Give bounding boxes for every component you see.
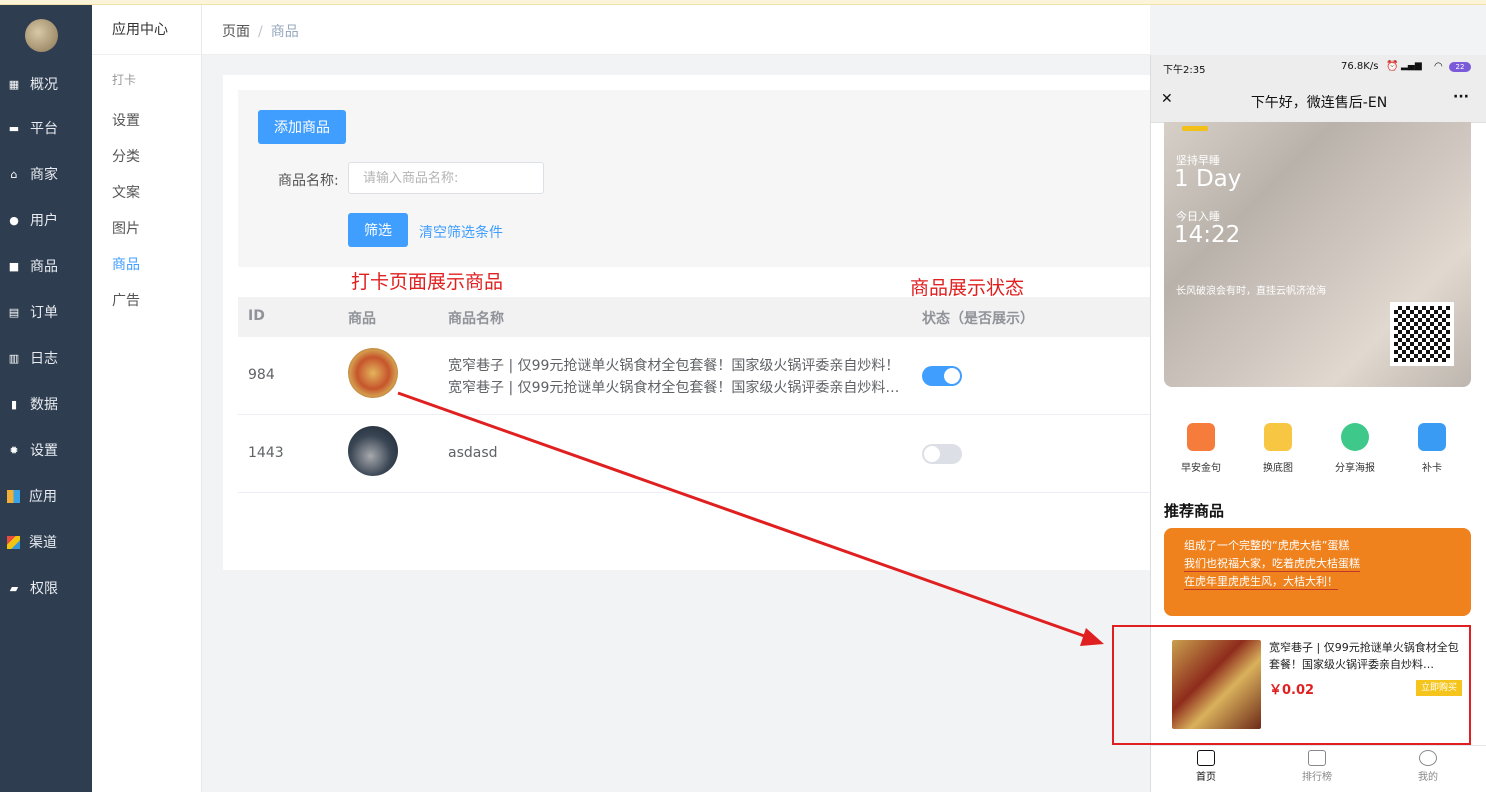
checkin-poster: 坚持早睡 1 Day 今日入睡 14:22 长风破浪会有时，直挂云帆济沧海 xyxy=(1164,122,1471,387)
status-time: 下午2:35 xyxy=(1163,65,1206,76)
image-icon xyxy=(1264,423,1292,451)
status-speed: 76.8K/s xyxy=(1341,61,1379,72)
phone-tabbar: 首页 排行榜 我的 xyxy=(1151,745,1486,792)
tool-change-background[interactable]: 换底图 xyxy=(1243,423,1313,474)
banner-line: 组成了一个完整的“虎虎大桔”蛋糕 xyxy=(1184,539,1350,552)
banner-line: 我们也祝福大家，吃着虎虎大桔蛋糕 xyxy=(1184,557,1360,572)
tool-share-poster[interactable]: 分享海报 xyxy=(1320,423,1390,474)
highlight-box xyxy=(1112,625,1471,745)
tool-makeup-checkin[interactable]: 补卡 xyxy=(1397,423,1467,474)
more-icon[interactable]: ··· xyxy=(1453,89,1469,105)
poster-badge xyxy=(1182,126,1208,131)
quote-icon xyxy=(1187,423,1215,451)
battery-icon: 22 xyxy=(1449,62,1471,72)
mini-program-title: 下午好，微连售后-EN xyxy=(1250,95,1388,111)
home-icon xyxy=(1197,750,1215,766)
tab-ranking[interactable]: 排行榜 xyxy=(1287,750,1347,783)
tab-mine[interactable]: 我的 xyxy=(1398,750,1458,783)
tool-morning-quote[interactable]: 早安金句 xyxy=(1166,423,1236,474)
recommend-title: 推荐商品 xyxy=(1164,502,1225,520)
mini-program-titlebar: ✕ 下午好，微连售后-EN ··· xyxy=(1151,79,1486,123)
poster-days: 1 Day xyxy=(1174,166,1242,192)
banner-line: 在虎年里虎虎生风，大桔大利！ xyxy=(1184,575,1338,590)
ranking-icon xyxy=(1308,750,1326,766)
share-icon xyxy=(1341,423,1369,451)
profile-icon xyxy=(1419,750,1437,766)
alarm-icon: ⏰ xyxy=(1386,61,1399,72)
signal-icon: ▂▄▆ xyxy=(1401,61,1422,71)
phone-status-bar: 下午2:35 76.8K/s ⏰ ▂▄▆ ◠ 22 xyxy=(1151,55,1486,79)
poster-quote: 长风破浪会有时，直挂云帆济沧海 xyxy=(1176,286,1326,297)
check-icon xyxy=(1418,423,1446,451)
poster-clock: 14:22 xyxy=(1174,222,1241,248)
wifi-icon: ◠ xyxy=(1434,61,1443,72)
tab-home[interactable]: 首页 xyxy=(1176,750,1236,783)
qr-code xyxy=(1390,302,1454,366)
promo-banner[interactable]: 组成了一个完整的“虎虎大桔”蛋糕 我们也祝福大家，吃着虎虎大桔蛋糕 在虎年里虎虎… xyxy=(1164,528,1471,616)
